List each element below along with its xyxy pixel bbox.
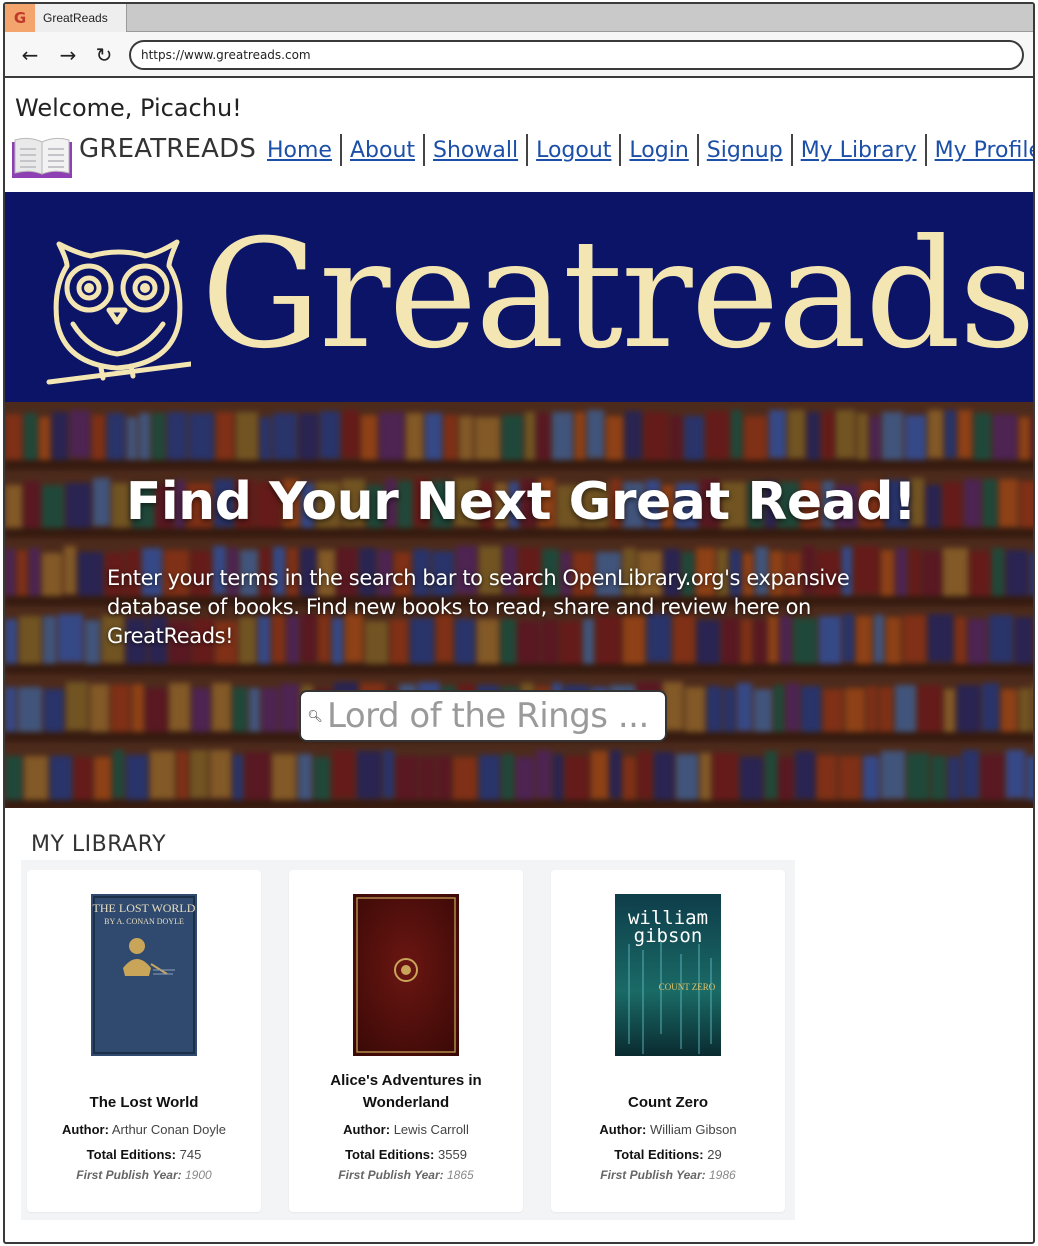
nav-my-library-link[interactable]: My Library (801, 138, 917, 163)
author-label: Author: (343, 1122, 391, 1137)
library-grid: THE LOST WORLD BY A. CONAN DOYLE The Los… (21, 860, 795, 1220)
nav-my-profile-link[interactable]: My Profile (935, 138, 1033, 163)
library-heading: MY LIBRARY (31, 832, 167, 857)
search-input[interactable] (327, 694, 657, 738)
hero-description: Enter your terms in the search bar to se… (107, 566, 850, 648)
year-label: First Publish Year: (600, 1168, 706, 1182)
author-label: Author: (599, 1122, 647, 1137)
book-author: Author: Lewis Carroll (295, 1122, 517, 1137)
book-author: Author: William Gibson (557, 1122, 779, 1137)
cover-title-text: THE LOST WORLD (93, 901, 196, 915)
forward-arrow-icon[interactable]: → (55, 42, 81, 68)
hero-section: Find Your Next Great Read! Enter your te… (5, 402, 1035, 808)
author-value: Arthur Conan Doyle (111, 1122, 226, 1137)
editions-value: 29 (707, 1147, 722, 1162)
browser-tab[interactable]: G GreatReads (5, 4, 127, 32)
banner-title: Greatreads (201, 208, 1034, 382)
year-value: 1986 (709, 1168, 736, 1182)
nav-divider (423, 134, 426, 166)
book-cover-image[interactable] (353, 894, 459, 1056)
search-icon: 🔍︎ (307, 709, 323, 723)
site-brand: GREATREADS (79, 134, 257, 164)
browser-toolbar: ← → ↻ https://www.greatreads.com (5, 32, 1033, 78)
editions-label: Total Editions: (86, 1147, 176, 1162)
nav-divider (339, 134, 342, 166)
editions-label: Total Editions: (614, 1147, 704, 1162)
welcome-message: Welcome, Picachu! (15, 94, 242, 122)
book-editions: Total Editions: 29 (557, 1147, 779, 1162)
book-card[interactable]: Alice's Adventures in Wonderland Author:… (289, 870, 523, 1212)
year-label: First Publish Year: (338, 1168, 444, 1182)
open-book-icon (12, 137, 72, 178)
year-value: 1865 (447, 1168, 474, 1182)
editions-label: Total Editions: (345, 1147, 435, 1162)
address-bar[interactable]: https://www.greatreads.com (129, 40, 1024, 70)
nav-showall-link[interactable]: Showall (433, 138, 518, 163)
book-spine (1033, 684, 1035, 732)
book-editions: Total Editions: 745 (33, 1147, 255, 1162)
book-card[interactable]: THE LOST WORLD BY A. CONAN DOYLE The Los… (27, 870, 261, 1212)
author-label: Author: (61, 1122, 109, 1137)
nav-login-link[interactable]: Login (629, 138, 688, 163)
book-publish-year: First Publish Year: 1900 (33, 1168, 255, 1182)
nav-divider (924, 134, 927, 166)
book-editions: Total Editions: 3559 (295, 1147, 517, 1162)
site-banner: Greatreads (5, 192, 1034, 402)
nav-divider (526, 134, 529, 166)
book-card[interactable]: william gibson COUNT ZERO Count Zero Aut… (551, 870, 785, 1212)
editions-value: 745 (179, 1147, 202, 1162)
nav-divider (790, 134, 793, 166)
nav-home-link[interactable]: Home (267, 138, 332, 163)
cover-title-text: COUNT ZERO (659, 982, 716, 992)
author-value: Lewis Carroll (393, 1122, 469, 1137)
nav-about-link[interactable]: About (350, 138, 415, 163)
cover-author-text: gibson (634, 925, 703, 947)
book-title[interactable]: Count Zero (561, 1092, 775, 1114)
year-label: First Publish Year: (76, 1168, 182, 1182)
cover-author-text: BY A. CONAN DOYLE (104, 917, 184, 926)
reload-icon[interactable]: ↻ (91, 42, 117, 68)
owl-logo-icon (46, 239, 191, 385)
tab-title: GreatReads (43, 11, 108, 25)
author-value: William Gibson (649, 1122, 737, 1137)
main-nav: Home About Showall Logout Login Signup M… (267, 134, 1033, 166)
book-title[interactable]: Alice's Adventures in Wonderland (299, 1070, 513, 1114)
nav-divider (696, 134, 699, 166)
year-value: 1900 (185, 1168, 212, 1182)
book-publish-year: First Publish Year: 1865 (295, 1168, 517, 1182)
hero-title: Find Your Next Great Read! (125, 472, 917, 532)
favicon-icon: G (5, 4, 35, 32)
nav-divider (619, 134, 622, 166)
book-author: Author: Arthur Conan Doyle (33, 1122, 255, 1137)
editions-value: 3559 (438, 1147, 467, 1162)
tab-bar: G GreatReads (5, 4, 1033, 32)
nav-logout-link[interactable]: Logout (536, 138, 611, 163)
book-title[interactable]: The Lost World (37, 1092, 251, 1114)
book-publish-year: First Publish Year: 1986 (557, 1168, 779, 1182)
back-arrow-icon[interactable]: ← (17, 42, 43, 68)
nav-signup-link[interactable]: Signup (707, 138, 783, 163)
book-cover-image[interactable]: william gibson COUNT ZERO (615, 894, 721, 1056)
book-cover-image[interactable]: THE LOST WORLD BY A. CONAN DOYLE (91, 894, 197, 1056)
search-box[interactable]: 🔍︎ (299, 690, 667, 742)
browser-window: G GreatReads ← → ↻ https://www.greatread… (3, 2, 1035, 1244)
